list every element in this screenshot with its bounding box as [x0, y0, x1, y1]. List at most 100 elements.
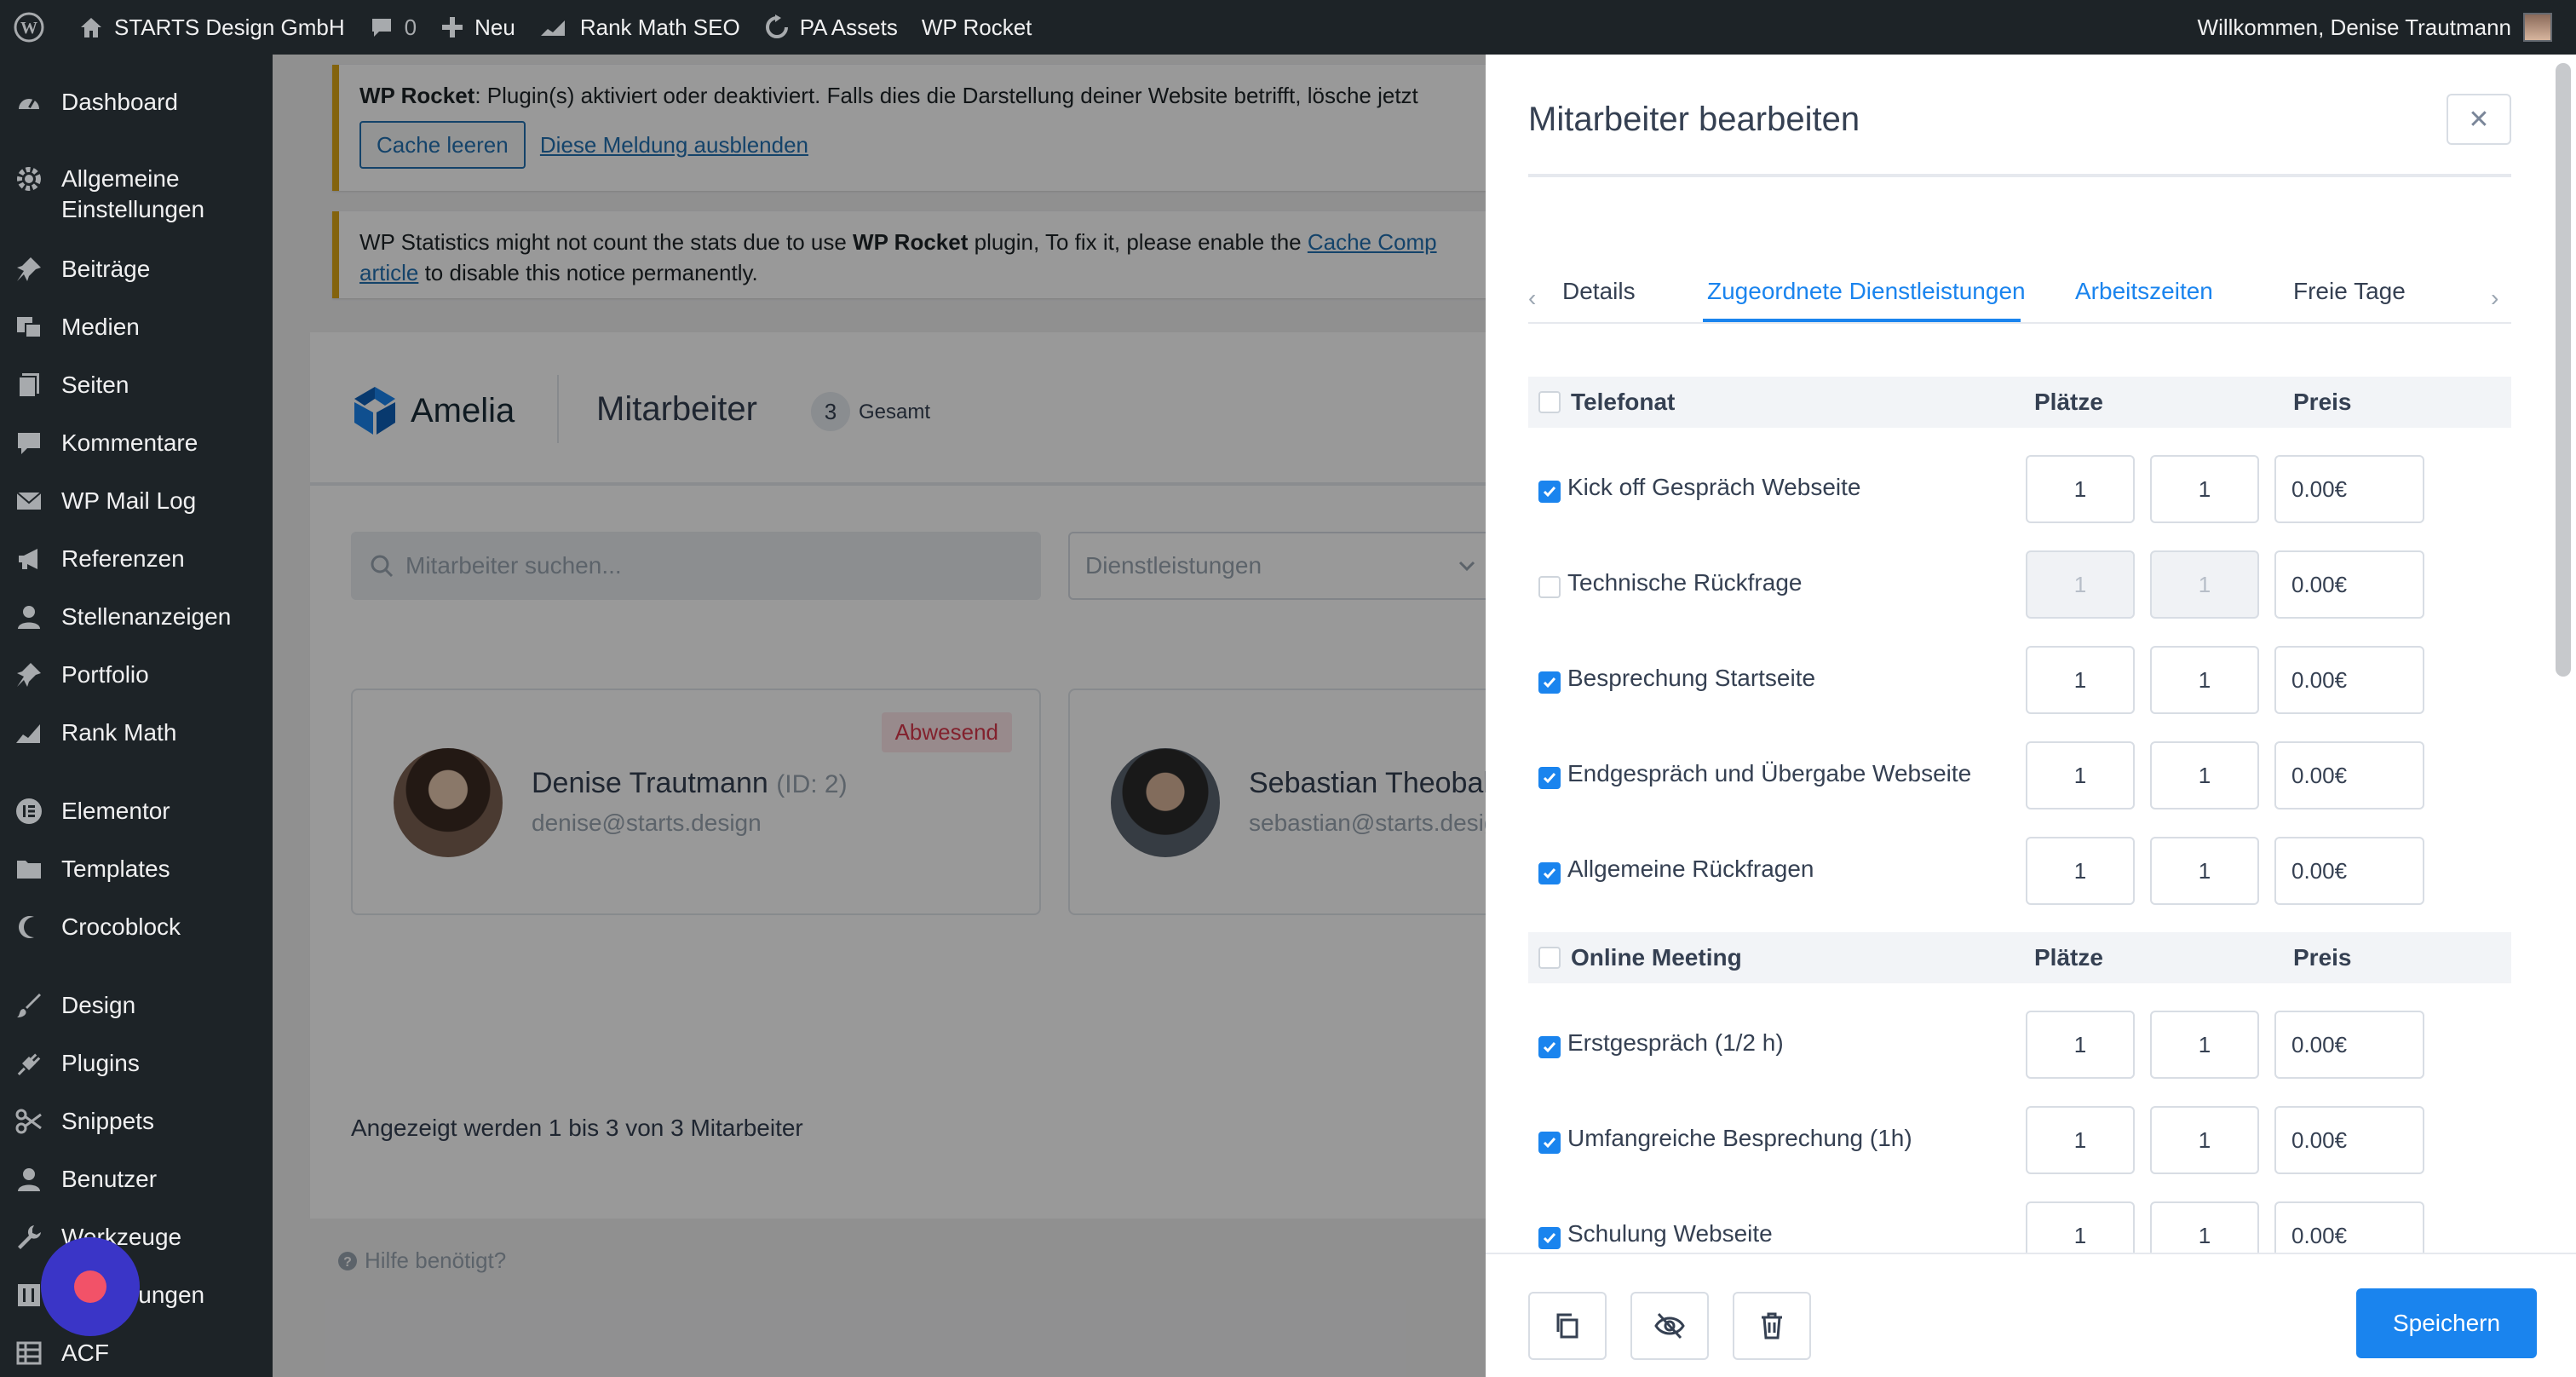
close-button[interactable]: ✕ [2447, 94, 2511, 145]
min-capacity-input[interactable]: 1 [2026, 837, 2135, 905]
sidebar-item-tools[interactable]: Werkzeuge [0, 1222, 273, 1253]
admin-bar: W STARTS Design GmbH 0 Neu Rank Math SEO… [0, 0, 2576, 55]
service-checkbox[interactable] [1538, 1132, 1561, 1154]
sidebar-item-pages[interactable]: Seiten [0, 370, 273, 400]
sidebar-item-templates[interactable]: Templates [0, 854, 273, 884]
tab-assigned-services[interactable]: Zugeordnete Dienstleistungen [1707, 278, 2026, 305]
chevron-right-icon[interactable]: › [2491, 285, 2498, 312]
modal-overlay[interactable] [273, 55, 1486, 1377]
max-capacity-input[interactable]: 1 [2150, 1106, 2259, 1174]
price-input[interactable]: 0.00€ [2274, 1011, 2424, 1079]
save-button[interactable]: Speichern [2356, 1288, 2537, 1358]
sidebar-item-posts[interactable]: Beiträge [0, 254, 273, 285]
sidebar-item-general-settings[interactable]: Allgemeine Einstellungen [0, 164, 273, 225]
group-checkbox[interactable] [1538, 947, 1561, 969]
comments-link[interactable]: 0 [357, 0, 428, 55]
price-input[interactable]: 0.00€ [2274, 837, 2424, 905]
tab-days-off[interactable]: Freie Tage [2293, 278, 2406, 305]
check-icon [1543, 1042, 1556, 1053]
sidebar-item-crocoblock[interactable]: Crocoblock [0, 912, 273, 942]
scissors-icon [14, 1106, 44, 1137]
drawer-scrollbar[interactable] [2556, 63, 2571, 677]
sidebar-item-acf[interactable]: ACF [0, 1338, 273, 1368]
tab-working-hours[interactable]: Arbeitszeiten [2075, 278, 2213, 305]
eye-off-icon [1654, 1312, 1685, 1340]
site-name-link[interactable]: STARTS Design GmbH [66, 0, 357, 55]
sidebar-item-label: Snippets [61, 1108, 154, 1134]
duplicate-button[interactable] [1528, 1292, 1607, 1360]
group-checkbox[interactable] [1538, 391, 1561, 413]
trash-icon [1762, 1312, 1782, 1340]
sidebar-item-snippets[interactable]: Snippets [0, 1106, 273, 1137]
service-checkbox[interactable] [1538, 481, 1561, 503]
max-capacity-input[interactable]: 1 [2150, 741, 2259, 809]
sidebar-item-portfolio[interactable]: Portfolio [0, 660, 273, 690]
min-capacity-input[interactable]: 1 [2026, 741, 2135, 809]
service-checkbox[interactable] [1538, 1036, 1561, 1058]
service-row: Technische Rückfrage 1 1 0.00€ [1528, 550, 2511, 620]
my-account-link[interactable]: Willkommen, Denise Trautmann [2198, 0, 2552, 55]
service-checkbox[interactable] [1538, 862, 1561, 884]
user-icon [14, 1164, 44, 1195]
screen-recorder-button[interactable] [41, 1237, 140, 1336]
max-capacity-input[interactable]: 1 [2150, 1011, 2259, 1079]
places-header: Plätze [2034, 944, 2103, 971]
price-input[interactable]: 0.00€ [2274, 1106, 2424, 1174]
sidebar-item-label: Beiträge [61, 256, 151, 282]
sidebar-item-job-listings[interactable]: Stellenanzeigen [0, 602, 273, 632]
price-input[interactable]: 0.00€ [2274, 550, 2424, 619]
hide-button[interactable] [1630, 1292, 1709, 1360]
sidebar-item-users[interactable]: Benutzer [0, 1164, 273, 1195]
sidebar-item-references[interactable]: Referenzen [0, 544, 273, 574]
rank-math-seo-link[interactable]: Rank Math SEO [527, 0, 752, 55]
check-icon [1543, 677, 1556, 688]
sidebar-item-label: ACF [61, 1340, 109, 1366]
max-capacity-input[interactable]: 1 [2150, 837, 2259, 905]
sidebar-item-rank-math[interactable]: Rank Math [0, 717, 273, 748]
price-input[interactable]: 0.00€ [2274, 741, 2424, 809]
service-group-header: Telefonat Plätze Preis [1528, 377, 2511, 428]
sidebar-item-label: WP Mail Log [61, 487, 197, 514]
drawer-footer: Speichern [1486, 1253, 2576, 1377]
price-input[interactable]: 0.00€ [2274, 646, 2424, 714]
sidebar-item-plugins[interactable]: Plugins [0, 1048, 273, 1079]
service-checkbox[interactable] [1538, 1227, 1561, 1249]
wordpress-logo-icon[interactable]: W [0, 0, 66, 55]
comment-icon [14, 428, 44, 458]
service-name: Erstgespräch (1/2 h) [1567, 1029, 1784, 1056]
min-capacity-input[interactable]: 1 [2026, 646, 2135, 714]
places-header: Plätze [2034, 389, 2103, 415]
chevron-left-icon[interactable]: ‹ [1528, 285, 1536, 312]
tab-details[interactable]: Details [1562, 278, 1636, 305]
rank-math-icon [540, 20, 565, 36]
min-capacity-input[interactable]: 1 [2026, 455, 2135, 523]
plugin-icon [14, 1048, 44, 1079]
sidebar-item-label: Stellenanzeigen [61, 603, 232, 630]
grid-icon [14, 1338, 44, 1368]
sidebar-item-design[interactable]: Design [0, 990, 273, 1021]
sidebar-item-media[interactable]: Medien [0, 312, 273, 343]
pin-icon [14, 660, 44, 690]
min-capacity-input[interactable]: 1 [2026, 1106, 2135, 1174]
max-capacity-input[interactable]: 1 [2150, 646, 2259, 714]
service-checkbox[interactable] [1538, 767, 1561, 789]
sidebar-item-wp-mail-log[interactable]: WP Mail Log [0, 486, 273, 516]
price-input[interactable]: 0.00€ [2274, 455, 2424, 523]
service-checkbox[interactable] [1538, 576, 1561, 598]
new-content-link[interactable]: Neu [428, 0, 527, 55]
price-header: Preis [2293, 944, 2352, 971]
sidebar-item-elementor[interactable]: Elementor [0, 796, 273, 827]
sidebar-item-comments[interactable]: Kommentare [0, 428, 273, 458]
max-capacity-input[interactable]: 1 [2150, 455, 2259, 523]
tabs-divider [1528, 322, 2511, 324]
service-name: Technische Rückfrage [1567, 569, 1803, 596]
wp-rocket-link[interactable]: WP Rocket [910, 0, 1044, 55]
sidebar-item-label: Portfolio [61, 661, 149, 688]
service-checkbox[interactable] [1538, 671, 1561, 694]
min-capacity-input[interactable]: 1 [2026, 1011, 2135, 1079]
sidebar-item-dashboard[interactable]: Dashboard [0, 87, 273, 118]
duplicate-icon [1556, 1313, 1578, 1339]
pa-assets-link[interactable]: PA Assets [752, 0, 910, 55]
delete-button[interactable] [1733, 1292, 1811, 1360]
sidebar-item-label: Medien [61, 314, 140, 340]
